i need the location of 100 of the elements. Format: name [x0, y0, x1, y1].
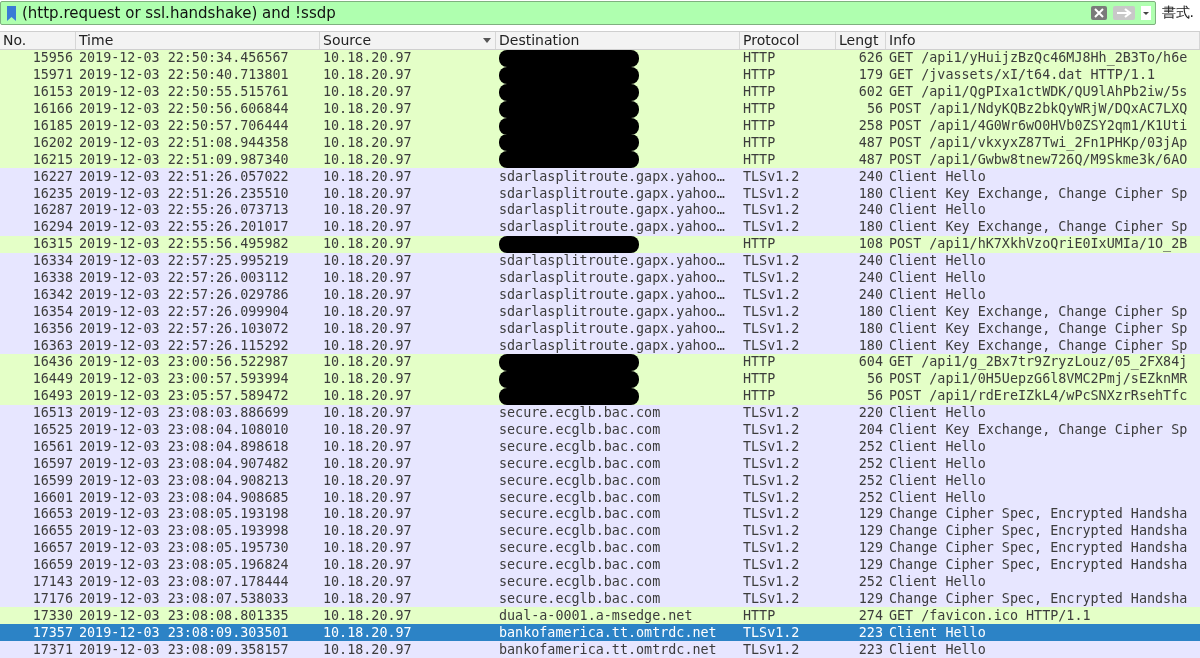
table-cell-text: 223 — [857, 641, 884, 658]
table-cell-text: Client Key Exchange, Change Cipher Sp — [888, 337, 1189, 354]
table-cell-text: 10.18.20.97 — [322, 557, 413, 574]
table-cell-text: Client Key Exchange, Change Cipher Sp — [888, 219, 1189, 236]
clear-button[interactable] — [1090, 6, 1107, 20]
column-header[interactable]: Destination — [499, 32, 580, 49]
table-cell-text: 10.18.20.97 — [322, 50, 413, 67]
table-cell-text: 180 — [857, 219, 884, 236]
table-cell-text: 10.18.20.97 — [322, 219, 413, 236]
packet-row[interactable]: 16561 2019-12-03 23:08:04.898618 10.18.20.97 secure.ecglb.bac.com TLSv1.2 252 Client Hello — [0, 438, 1200, 456]
table-cell-text: 2019-12-03 22:55:26.201017 — [78, 219, 290, 236]
table-cell-text: 2019-12-03 22:57:25.995219 — [78, 253, 290, 270]
table-cell-text: 10.18.20.97 — [322, 607, 413, 624]
table-cell-text: 2019-12-03 23:08:05.193198 — [78, 506, 290, 523]
packet-row[interactable]: 17330 2019-12-03 23:08:08.801335 10.18.20.97 dual-a-0001.a-msedge.net HTTP 274 GET /favicon.ico HTTP/1.1 — [0, 607, 1200, 625]
table-cell-text: 10.18.20.97 — [322, 455, 413, 472]
table-cell-text: 16334 — [31, 253, 74, 270]
packet-row[interactable]: 17357 2019-12-03 23:08:09.303501 10.18.20.97 bankofamerica.tt.omtrdc.net TLSv1.2 223 Client Hello — [0, 624, 1200, 642]
table-cell-text: 2019-12-03 23:08:07.538033 — [78, 590, 290, 607]
format-label[interactable]: 書式. — [1161, 4, 1196, 22]
table-cell-text: 10.18.20.97 — [322, 303, 413, 320]
packet-row[interactable]: 16215 2019-12-03 22:51:09.987340 10.18.20.97 HTTP 487 POST /api1/Gwbw8tnew726Q/M9Skme3k/6AO — [0, 151, 1200, 169]
table-cell-text: 2019-12-03 22:50:57.706444 — [78, 118, 290, 134]
table-cell-text: sdarlasplitroute.gapx.yahoo… — [498, 337, 726, 354]
table-cell-text: 16166 — [31, 101, 74, 118]
table-cell-text: 16185 — [31, 118, 74, 134]
packet-row[interactable]: 16356 2019-12-03 22:57:26.103072 10.18.20.97 sdarlasplitroute.gapx.yahoo… TLSv1.2 180 Client Key Exchange, Change Cipher Sp — [0, 320, 1200, 338]
table-cell-text: TLSv1.2 — [742, 489, 801, 506]
column-header[interactable]: Time — [79, 32, 114, 49]
packet-row[interactable]: 16342 2019-12-03 22:57:26.029786 10.18.20.97 sdarlasplitroute.gapx.yahoo… TLSv1.2 240 Client Hello — [0, 286, 1200, 304]
packet-row[interactable]: 17371 2019-12-03 23:08:09.358157 10.18.20.97 bankofamerica.tt.omtrdc.net TLSv1.2 223 Client Hello — [0, 641, 1200, 658]
packet-row[interactable]: 16601 2019-12-03 23:08:04.908685 10.18.20.97 secure.ecglb.bac.com TLSv1.2 252 Client Hello — [0, 489, 1200, 506]
table-cell-text: bankofamerica.tt.omtrdc.net — [498, 641, 718, 658]
table-cell-text: 56 — [865, 101, 884, 118]
column-header[interactable]: Lengt — [839, 32, 879, 49]
table-cell-text: sdarlasplitroute.gapx.yahoo… — [498, 303, 726, 320]
table-cell-text: 240 — [857, 202, 884, 219]
table-cell-text: 2019-12-03 22:51:26.235510 — [78, 185, 290, 202]
table-cell-text: 2019-12-03 23:08:09.358157 — [78, 641, 290, 658]
table-cell-text: 10.18.20.97 — [322, 269, 413, 286]
bookmark-icon[interactable] — [7, 5, 16, 21]
packet-row[interactable]: 16354 2019-12-03 22:57:26.099904 10.18.20.97 sdarlasplitroute.gapx.yahoo… TLSv1.2 180 Client Key Exchange, Change Cipher Sp — [0, 303, 1200, 321]
table-cell-text: 240 — [857, 286, 884, 303]
table-cell-text: TLSv1.2 — [742, 269, 801, 286]
table-cell-text: 2019-12-03 22:51:08.944358 — [78, 134, 290, 151]
packet-row[interactable]: 16597 2019-12-03 23:08:04.907482 10.18.20.97 secure.ecglb.bac.com TLSv1.2 252 Client Hello — [0, 455, 1200, 473]
table-cell-text: HTTP — [742, 50, 777, 67]
table-cell-text: 10.18.20.97 — [322, 438, 413, 455]
table-cell-text: Client Hello — [888, 168, 987, 185]
packet-row[interactable]: 16202 2019-12-03 22:51:08.944358 10.18.20.97 HTTP 487 POST /api1/vkxyxZ87Twi_2Fn1PHKp/03jAp — [0, 134, 1200, 152]
table-cell-text: TLSv1.2 — [742, 641, 801, 658]
table-cell-text: Client Key Exchange, Change Cipher Sp — [888, 303, 1189, 320]
table-cell-text: 2019-12-03 22:55:56.495982 — [78, 236, 290, 253]
table-cell-text: HTTP — [742, 84, 777, 101]
table-cell-text: Client Hello — [888, 574, 987, 590]
table-cell-text: 16342 — [31, 286, 74, 303]
table-cell-text: secure.ecglb.bac.com — [498, 590, 662, 607]
table-cell-text: 16227 — [31, 168, 74, 185]
table-cell-text: 2019-12-03 22:50:40.713801 — [78, 67, 290, 84]
table-cell-text: POST /api1/vkxyxZ87Twi_2Fn1PHKp/03jAp — [888, 134, 1189, 151]
table-cell-text: 2019-12-03 22:50:34.456567 — [78, 50, 290, 67]
table-cell-text: 16653 — [31, 506, 74, 523]
table-cell-text: 10.18.20.97 — [322, 101, 413, 118]
table-cell-text: 10.18.20.97 — [322, 118, 413, 134]
table-cell-text: Client Hello — [888, 455, 987, 472]
table-cell-text: 16235 — [31, 185, 74, 202]
table-cell-text: 129 — [857, 540, 884, 557]
table-cell-text: TLSv1.2 — [742, 557, 801, 574]
table-cell-text: secure.ecglb.bac.com — [498, 405, 662, 422]
table-cell-text: Client Key Exchange, Change Cipher Sp — [888, 185, 1189, 202]
column-header[interactable]: Source — [323, 32, 372, 49]
table-cell-text: Client Key Exchange, Change Cipher Sp — [888, 421, 1189, 438]
table-cell-text: 2019-12-03 23:08:04.108010 — [78, 421, 290, 438]
dropdown-button[interactable] — [1140, 6, 1151, 20]
table-cell-text: sdarlasplitroute.gapx.yahoo… — [498, 253, 726, 270]
table-cell-text: 2019-12-03 22:50:56.606844 — [78, 101, 290, 118]
table-cell-text: 10.18.20.97 — [322, 421, 413, 438]
table-cell-text: 10.18.20.97 — [322, 320, 413, 337]
table-cell-text: 2019-12-03 23:08:05.193998 — [78, 523, 290, 540]
table-cell-text: 16601 — [31, 489, 74, 506]
column-header[interactable]: Info — [889, 32, 916, 49]
table-cell-text: 16287 — [31, 202, 74, 219]
table-cell-text: 16338 — [31, 269, 74, 286]
table-cell-text: 2019-12-03 23:08:04.908685 — [78, 489, 290, 506]
table-cell-text: 240 — [857, 253, 884, 270]
table-cell-text: TLSv1.2 — [742, 574, 801, 590]
table-cell-text: Client Hello — [888, 641, 987, 658]
table-cell-text: TLSv1.2 — [742, 202, 801, 219]
column-header[interactable]: Protocol — [743, 32, 800, 49]
packet-row[interactable]: 16235 2019-12-03 22:51:26.235510 10.18.20.97 sdarlasplitroute.gapx.yahoo… TLSv1.2 180 Client Key Exchange, Change Cipher Sp — [0, 185, 1200, 202]
table-cell-text: 16153 — [31, 84, 74, 101]
packet-row[interactable]: 16227 2019-12-03 22:51:26.057022 10.18.20.97 sdarlasplitroute.gapx.yahoo… TLSv1.2 240 Client Hello — [0, 168, 1200, 186]
column-header[interactable]: No. — [3, 32, 27, 49]
table-cell-text: 204 — [857, 421, 884, 438]
display-filter-field[interactable]: (http.request or ssl.handshake) and !ssdp — [0, 1, 1156, 25]
table-cell-text: 108 — [857, 236, 884, 253]
packet-row[interactable]: 17176 2019-12-03 23:08:07.538033 10.18.20.97 secure.ecglb.bac.com TLSv1.2 129 Change Cipher Spec, Encrypted Handsha — [0, 590, 1200, 608]
table-cell-text: 16659 — [31, 557, 74, 574]
packet-row[interactable]: 16363 2019-12-03 22:57:26.115292 10.18.20.97 sdarlasplitroute.gapx.yahoo… TLSv1.2 180 Client Key Exchange, Change Cipher Sp — [0, 337, 1200, 354]
packet-row[interactable]: 16599 2019-12-03 23:08:04.908213 10.18.20.97 secure.ecglb.bac.com TLSv1.2 252 Client Hello — [0, 472, 1200, 490]
